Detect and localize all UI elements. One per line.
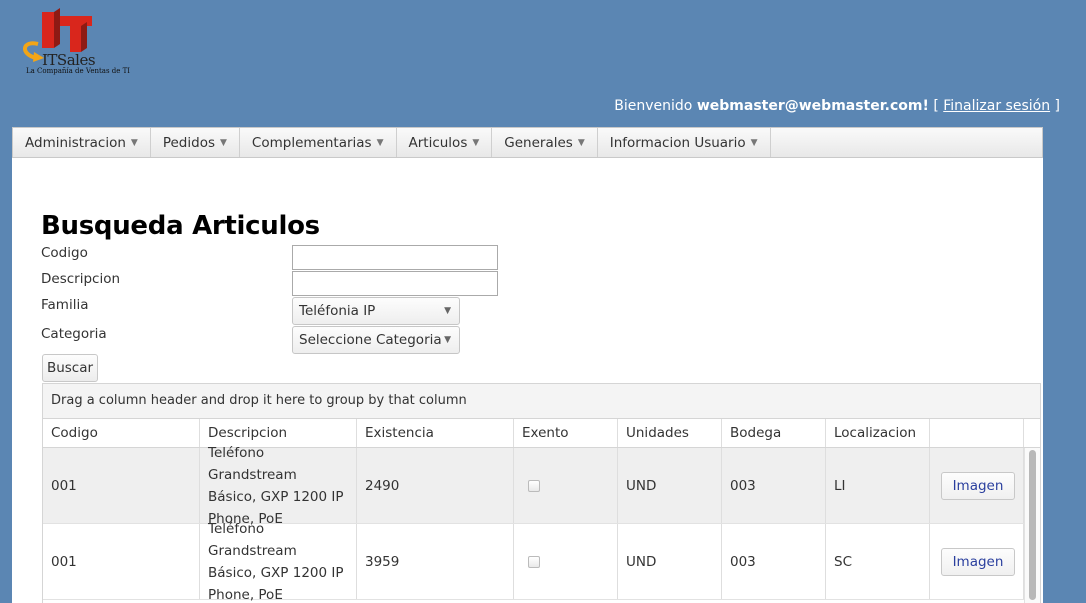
cell-localizacion: SC — [826, 524, 930, 599]
menu-pedidos[interactable]: Pedidos ▼ — [151, 128, 240, 157]
cell-action: Imagen — [930, 524, 1024, 599]
caret-down-icon: ▼ — [750, 137, 758, 148]
imagen-button[interactable]: Imagen — [941, 471, 1015, 500]
cell-codigo: 001 — [43, 448, 200, 523]
column-header-existencia[interactable]: Existencia — [357, 419, 514, 447]
main-menu: Administracion ▼ Pedidos ▼ Complementari… — [12, 127, 1043, 158]
logout-link[interactable]: Finalizar sesión — [943, 98, 1050, 114]
menu-label: Complementarias — [251, 134, 372, 151]
categoria-selected: Seleccione Categoria — [299, 332, 442, 348]
imagen-button[interactable]: Imagen — [941, 547, 1015, 576]
menu-label: Articulos — [408, 134, 468, 151]
categoria-label: Categoria — [41, 326, 107, 342]
itsales-logo: ITSales La Compañía de Ventas de TI — [14, 6, 130, 80]
user-email: webmaster@webmaster.com! — [696, 98, 929, 114]
grid-header: Codigo Descripcion Existencia Exento Uni… — [43, 419, 1040, 448]
menu-complementarias[interactable]: Complementarias ▼ — [240, 128, 397, 157]
cell-descripcion: Teléfono Grandstream Básico, GXP 1200 IP… — [200, 521, 357, 603]
codigo-input[interactable] — [292, 245, 498, 270]
caret-down-icon: ▼ — [376, 137, 384, 148]
table-row[interactable]: 001 Teléfono Grandstream Básico, GXP 120… — [43, 521, 1040, 603]
menu-label: Informacion Usuario — [609, 134, 746, 151]
cell-codigo: 001 — [43, 524, 200, 599]
bracket-close: ] — [1054, 98, 1060, 114]
menu-articulos[interactable]: Articulos ▼ — [397, 128, 493, 157]
categoria-select[interactable]: Seleccione Categoria ▼ — [292, 326, 460, 354]
cell-bodega: 003 — [722, 524, 826, 599]
column-header-codigo[interactable]: Codigo — [43, 419, 200, 447]
caret-down-icon: ▼ — [472, 137, 480, 148]
caret-down-icon: ▼ — [130, 137, 138, 148]
articles-grid: Drag a column header and drop it here to… — [42, 383, 1041, 603]
page-title: Busqueda Articulos — [41, 211, 320, 241]
content-panel: Busqueda Articulos Codigo Descripcion Fa… — [12, 158, 1043, 603]
grid-scrollbar[interactable] — [1024, 448, 1040, 603]
familia-select[interactable]: Teléfonia IP ▼ — [292, 297, 460, 325]
descripcion-input[interactable] — [292, 271, 498, 296]
menu-label: Pedidos — [162, 134, 215, 151]
descripcion-label: Descripcion — [41, 271, 121, 287]
caret-down-icon: ▼ — [577, 137, 585, 148]
column-header-unidades[interactable]: Unidades — [618, 419, 722, 447]
menu-administracion[interactable]: Administracion ▼ — [13, 128, 151, 157]
bracket-open: [ — [933, 98, 939, 114]
cell-bodega: 003 — [722, 448, 826, 523]
cell-unidades: UND — [618, 524, 722, 599]
group-drop-panel[interactable]: Drag a column header and drop it here to… — [43, 384, 1040, 419]
cell-descripcion: Teléfono Grandstream Básico, GXP 1200 IP… — [200, 445, 357, 527]
exento-checkbox[interactable] — [528, 555, 540, 568]
menu-informacion-usuario[interactable]: Informacion Usuario ▼ — [598, 128, 771, 157]
menu-generales[interactable]: Generales ▼ — [492, 128, 598, 157]
table-row[interactable]: 001 Teléfono Grandstream Básico, GXP 120… — [43, 445, 1040, 527]
column-header-exento[interactable]: Exento — [514, 419, 618, 447]
select-arrow-icon: ▼ — [444, 335, 451, 345]
column-header-bodega[interactable]: Bodega — [722, 419, 826, 447]
cell-action: Imagen — [930, 448, 1024, 523]
cell-localizacion: LI — [826, 448, 930, 523]
column-header-scroll — [1024, 419, 1040, 447]
welcome-prefix: Bienvenido — [614, 98, 693, 114]
logo-tagline: La Compañía de Ventas de TI — [26, 67, 131, 75]
cell-existencia: 3959 — [357, 524, 514, 599]
familia-selected: Teléfonia IP — [299, 303, 376, 319]
codigo-label: Codigo — [41, 245, 88, 261]
cell-exento — [514, 524, 618, 599]
cell-existencia: 2490 — [357, 448, 514, 523]
scrollbar-thumb[interactable] — [1029, 450, 1036, 600]
column-header-actions — [930, 419, 1024, 447]
menu-label: Generales — [504, 134, 573, 151]
cell-exento — [514, 448, 618, 523]
column-header-localizacion[interactable]: Localizacion — [826, 419, 930, 447]
menu-label: Administracion — [25, 134, 126, 151]
exento-checkbox[interactable] — [528, 479, 540, 492]
select-arrow-icon: ▼ — [444, 306, 451, 316]
cell-unidades: UND — [618, 448, 722, 523]
search-button[interactable]: Buscar — [42, 354, 98, 382]
familia-label: Familia — [41, 297, 89, 313]
caret-down-icon: ▼ — [220, 137, 227, 148]
welcome-bar: Bienvenido webmaster@webmaster.com! [ Fi… — [614, 98, 1060, 114]
